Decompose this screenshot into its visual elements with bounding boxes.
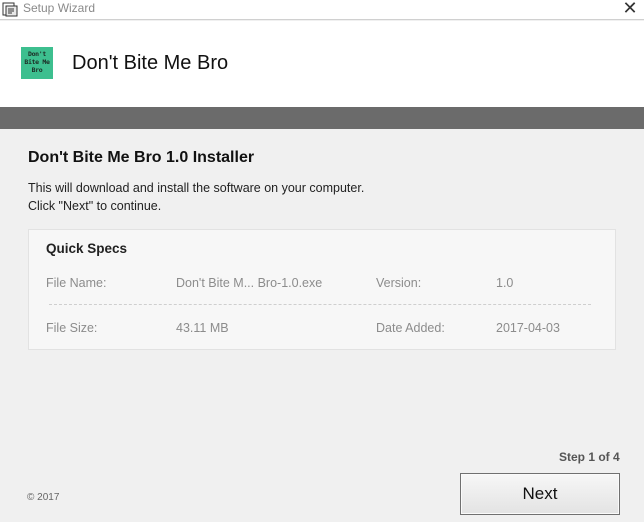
specs-divider — [49, 304, 591, 305]
version-value: 1.0 — [496, 276, 514, 290]
date-added-label: Date Added: — [376, 321, 445, 335]
quick-specs-title: Quick Specs — [46, 241, 128, 256]
app-name: Don't Bite Me Bro — [72, 52, 229, 74]
date-added-value: 2017-04-03 — [496, 321, 560, 335]
setup-app-icon — [2, 2, 18, 17]
step-indicator: Step 1 of 4 — [559, 450, 620, 464]
quick-specs-panel: Quick Specs File Name: Don't Bite M... B… — [28, 229, 616, 350]
app-logo-lettering: Don't Bite Me Bro — [24, 50, 50, 74]
copyright-text: © 2017 — [27, 492, 60, 503]
file-size-label: File Size: — [46, 321, 98, 335]
next-button[interactable]: Next — [460, 473, 620, 515]
window-title: Setup Wizard — [23, 1, 96, 15]
title-bar: Setup Wizard ✕ — [0, 0, 644, 20]
file-name-label: File Name: — [46, 276, 107, 290]
file-name-value: Don't Bite M... Bro-1.0.exe — [176, 276, 323, 290]
installer-description: This will download and install the softw… — [28, 179, 364, 215]
app-logo: Don't Bite Me Bro — [21, 47, 53, 79]
version-label: Version: — [376, 276, 422, 290]
close-icon[interactable]: ✕ — [620, 0, 640, 19]
wizard-header: Don't Bite Me Bro Don't Bite Me Bro — [0, 21, 644, 107]
description-line-2: Click "Next" to continue. — [28, 199, 162, 213]
header-divider-band — [0, 107, 644, 129]
description-line-1: This will download and install the softw… — [28, 181, 365, 195]
file-size-value: 43.11 MB — [176, 321, 229, 335]
installer-title: Don't Bite Me Bro 1.0 Installer — [28, 149, 255, 166]
